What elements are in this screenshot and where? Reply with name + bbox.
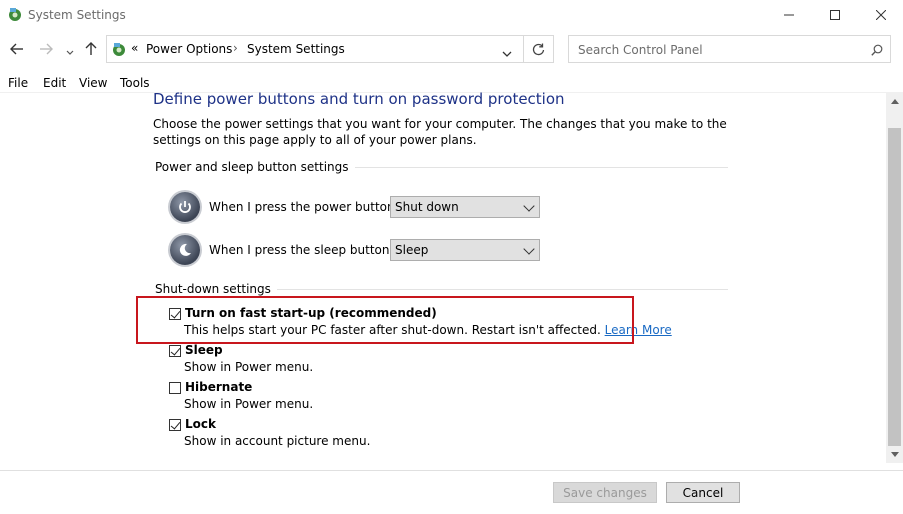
- lock-label[interactable]: Lock: [185, 417, 216, 431]
- sleep-button-icon: [170, 235, 200, 265]
- sleep-button-action-select[interactable]: Sleep: [390, 239, 540, 261]
- menu-view[interactable]: View: [79, 76, 107, 90]
- power-button-action-select[interactable]: Shut down: [390, 196, 540, 218]
- close-icon: [876, 10, 886, 20]
- menu-edit[interactable]: Edit: [43, 76, 66, 90]
- window-title: System Settings: [28, 8, 126, 22]
- menu-tools[interactable]: Tools: [120, 76, 150, 90]
- scroll-up-button[interactable]: [886, 93, 903, 110]
- breadcrumb-prefix[interactable]: «: [131, 41, 138, 55]
- address-dropdown-button[interactable]: [502, 46, 512, 60]
- lock-checkbox[interactable]: [169, 419, 181, 431]
- maximize-button[interactable]: [812, 0, 858, 30]
- hibernate-description: Show in Power menu.: [184, 397, 314, 411]
- sleep-button-label: When I press the sleep button:: [209, 243, 394, 257]
- lock-description: Show in account picture menu.: [184, 434, 371, 448]
- back-button[interactable]: [10, 41, 24, 59]
- chevron-down-icon: [523, 200, 535, 212]
- menu-file[interactable]: File: [8, 76, 28, 90]
- breadcrumb-separator: ›: [233, 41, 238, 55]
- search-icon[interactable]: [871, 44, 883, 56]
- scroll-down-icon: [890, 452, 899, 457]
- close-button[interactable]: [858, 0, 903, 30]
- sleep-label[interactable]: Sleep: [185, 343, 223, 357]
- scrollbar-thumb[interactable]: [888, 128, 901, 446]
- recent-locations-button[interactable]: [66, 45, 74, 59]
- power-button-label: When I press the power button:: [209, 200, 399, 214]
- back-arrow-icon: [10, 43, 23, 55]
- hibernate-label[interactable]: Hibernate: [185, 380, 252, 394]
- page-title: Define power buttons and turn on passwor…: [153, 90, 565, 108]
- forward-button[interactable]: [39, 41, 53, 59]
- up-button[interactable]: [85, 41, 97, 58]
- minimize-icon: [784, 14, 794, 16]
- sleep-checkbox[interactable]: [169, 345, 181, 357]
- cancel-button[interactable]: Cancel: [666, 482, 740, 503]
- control-panel-icon: [113, 43, 125, 56]
- refresh-icon: [532, 43, 545, 55]
- breadcrumb-power-options[interactable]: Power Options: [146, 42, 232, 56]
- power-group-title: Power and sleep button settings: [155, 160, 355, 174]
- chevron-down-icon: [502, 51, 512, 57]
- address-bar[interactable]: « Power Options › System Settings: [106, 35, 524, 63]
- title-bar: System Settings: [0, 0, 903, 30]
- power-button-action-value: Shut down: [395, 200, 459, 214]
- search-placeholder: Search Control Panel: [578, 43, 703, 57]
- chevron-down-icon: [66, 50, 74, 55]
- minimize-button[interactable]: [766, 0, 812, 30]
- hibernate-checkbox[interactable]: [169, 382, 181, 394]
- refresh-button[interactable]: [524, 35, 554, 63]
- highlight-box: [136, 296, 634, 344]
- sleep-button-action-value: Sleep: [395, 243, 429, 257]
- control-panel-icon: [9, 8, 21, 21]
- power-button-icon: [170, 192, 200, 222]
- maximize-icon: [830, 10, 840, 20]
- search-input[interactable]: Search Control Panel: [568, 35, 891, 63]
- chevron-down-icon: [523, 243, 535, 255]
- up-arrow-icon: [85, 42, 97, 55]
- sleep-description: Show in Power menu.: [184, 360, 314, 374]
- breadcrumb-system-settings[interactable]: System Settings: [247, 42, 345, 56]
- scroll-down-button[interactable]: [886, 446, 903, 463]
- forward-arrow-icon: [40, 43, 53, 55]
- page-description: Choose the power settings that you want …: [153, 117, 727, 147]
- scroll-up-icon: [890, 99, 899, 104]
- save-changes-button[interactable]: Save changes: [553, 482, 657, 503]
- shutdown-group-title: Shut-down settings: [155, 282, 277, 296]
- footer-divider: [0, 470, 903, 471]
